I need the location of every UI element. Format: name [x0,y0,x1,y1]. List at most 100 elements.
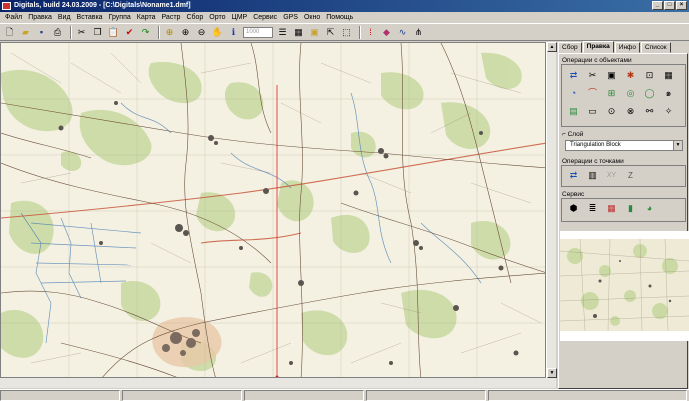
table-icon[interactable]: ▦ [292,26,305,39]
rotate-icon[interactable]: ◔ [567,87,580,100]
close-button[interactable]: × [676,1,687,10]
circle-green-icon[interactable]: ◎ [624,87,637,100]
zoom-window-icon[interactable]: ⊕ [163,26,176,39]
select-tool-icon[interactable]: ⬚ [340,26,353,39]
paste-icon[interactable]: 📋 [107,26,120,39]
z-icon[interactable]: Z [624,169,637,182]
curve-icon[interactable]: ∿ [396,26,409,39]
scroll-down-button[interactable]: ▼ [547,368,557,378]
map-overview-preview[interactable] [560,231,689,341]
layer-section-title: ⌐ Слой [562,131,584,138]
smooth-icon[interactable]: ⌒ [586,87,599,100]
menu-edit[interactable]: Правка [25,13,55,23]
menu-service[interactable]: Сервис [250,13,280,23]
color-palette-icon[interactable]: ◆ [380,26,393,39]
menu-window[interactable]: Окно [301,13,323,23]
map-canvas[interactable] [0,42,546,378]
zoom-in-icon[interactable]: ⊕ [179,26,192,39]
rect-icon[interactable]: ▭ [586,105,599,118]
spiral-icon[interactable]: ๑ [662,87,675,100]
xy-icon[interactable]: XY [605,169,618,182]
chain-icon[interactable]: ⚯ [643,105,656,118]
chevron-down-icon[interactable]: ▼ [673,141,682,150]
cut-icon[interactable]: ✂ [75,26,88,39]
menu-ortho[interactable]: Орто [206,13,228,23]
chart-icon[interactable]: ▮ [624,202,637,215]
map-horizontal-scrollbar[interactable] [0,378,556,388]
traffic-light-icon[interactable]: ⁞ [364,26,377,39]
save-icon[interactable]: ▪ [35,26,48,39]
copy-icon[interactable]: ❐ [91,26,104,39]
maximize-button[interactable]: □ [664,1,675,10]
satellite-icon[interactable]: ✧ [662,105,675,118]
title-bar: Digitals, build 24.03.2009 - [C:\Digital… [0,0,689,12]
scroll-up-button[interactable]: ▲ [547,42,557,52]
check-icon[interactable]: ✔ [123,26,136,39]
layer-select-value: Triangulation Block [570,142,621,148]
raster-icon[interactable]: ▣ [308,26,321,39]
topographic-map [1,43,545,377]
zoom-out-icon[interactable]: ⊖ [195,26,208,39]
tab-collect[interactable]: Сбор [558,42,582,53]
menu-dem[interactable]: ЦМР [229,13,251,23]
status-cell [122,390,242,401]
swap-arrows-icon[interactable]: ⇄ [567,69,580,82]
menu-bar: Файл Правка Вид Вставка Группа Карта Рас… [0,12,689,23]
points-section-title: Операции с точками [562,158,624,165]
node-icon[interactable]: ⊙ [605,105,618,118]
pan-hand-icon[interactable]: ✋ [211,26,224,39]
redo-icon[interactable]: ↷ [139,26,152,39]
open-folder-icon[interactable]: ▰ [19,26,32,39]
menu-collect[interactable]: Сбор [183,13,206,23]
layer-select[interactable]: Triangulation Block ▼ [565,140,683,151]
objects-section-title: Операции с объектами [562,57,632,64]
menu-map[interactable]: Карта [134,13,159,23]
point-tools-grid: ⇄ ▥ XY Z [567,169,676,182]
status-bar [0,389,689,401]
menu-help[interactable]: Помощь [323,13,356,23]
menu-view[interactable]: Вид [55,13,74,23]
tab-edit[interactable]: Правка [582,41,614,53]
ring-icon[interactable]: ◯ [643,87,656,100]
zoom-scale-input[interactable]: 1000 [243,26,273,38]
main-toolbar: 🗋 ▰ ▪ ⎙ ✂ ❐ 📋 ✔ ↷ ⊕ ⊕ ⊖ ✋ ℹ 1000 ☰ ▦ ▣ ⇱… [0,23,689,41]
overlap-icon[interactable]: ⊗ [624,105,637,118]
frame-icon[interactable]: ⊡ [643,69,656,82]
layers-stack-icon[interactable]: ≣ [586,202,599,215]
image-icon[interactable]: ▣ [605,69,618,82]
swap-points-icon[interactable]: ⇄ [567,169,580,182]
map-icon[interactable]: ▤ [567,105,580,118]
ruler-icon[interactable]: ▥ [586,169,599,182]
scissors-icon[interactable]: ✂ [586,69,599,82]
object-tools-grid: ⇄ ✂ ▣ ✱ ⊡ ▦ ◔ ⌒ ⊞ ◎ ◯ ๑ ▤ ▭ ⊙ ⊗ ⚯ ✧ [567,69,676,118]
minimize-button[interactable]: _ [652,1,663,10]
color-grid-icon[interactable]: ▦ [605,202,618,215]
status-cell [244,390,364,401]
layers-icon[interactable]: ☰ [276,26,289,39]
align-icon[interactable]: ⊞ [605,87,618,100]
window-title: Digitals, build 24.03.2009 - [C:\Digital… [14,2,191,9]
globe-icon[interactable]: ◕ [643,202,656,215]
menu-gps[interactable]: GPS [280,13,301,23]
menu-group[interactable]: Группа [106,13,134,23]
cube-icon[interactable]: ⬢ [567,202,580,215]
tab-list[interactable]: Список [641,42,671,53]
menu-raster[interactable]: Растр [159,13,184,23]
status-cell [0,390,120,401]
service-tools-grid: ⬢ ≣ ▦ ▮ ◕ [567,202,676,215]
map-vertical-scrollbar[interactable]: ▲ ▼ [546,42,557,378]
new-file-icon[interactable]: 🗋 [3,26,16,39]
info-icon[interactable]: ℹ [227,26,240,39]
menu-insert[interactable]: Вставка [74,13,106,23]
overview-thumbnail [560,238,689,332]
tab-info[interactable]: Инфо [614,42,641,53]
grid-icon[interactable]: ▦ [662,69,675,82]
explode-icon[interactable]: ✱ [624,69,637,82]
status-cell [488,390,687,401]
export-icon[interactable]: ⇱ [324,26,337,39]
status-cell [366,390,486,401]
print-icon[interactable]: ⎙ [51,26,64,39]
menu-file[interactable]: Файл [2,13,25,23]
network-icon[interactable]: ⋔ [412,26,425,39]
side-panel: Сбор Правка Инфо Список Операции с объек… [557,41,689,389]
